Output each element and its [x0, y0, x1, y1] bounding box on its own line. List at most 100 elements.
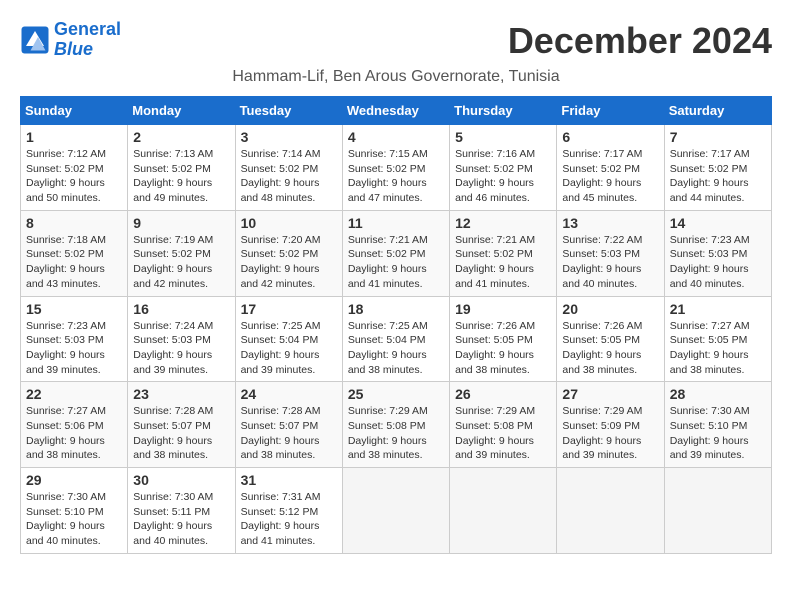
day-cell: 4 Sunrise: 7:15 AMSunset: 5:02 PMDayligh… — [342, 125, 449, 211]
day-info: Sunrise: 7:15 AMSunset: 5:02 PMDaylight:… — [348, 148, 428, 204]
day-info: Sunrise: 7:14 AMSunset: 5:02 PMDaylight:… — [241, 148, 321, 204]
day-number: 28 — [670, 386, 766, 402]
day-info: Sunrise: 7:20 AMSunset: 5:02 PMDaylight:… — [241, 234, 321, 290]
day-info: Sunrise: 7:22 AMSunset: 5:03 PMDaylight:… — [562, 234, 642, 290]
header-cell-friday: Friday — [557, 97, 664, 125]
day-info: Sunrise: 7:25 AMSunset: 5:04 PMDaylight:… — [241, 320, 321, 376]
day-number: 31 — [241, 472, 337, 488]
day-info: Sunrise: 7:31 AMSunset: 5:12 PMDaylight:… — [241, 491, 321, 547]
day-info: Sunrise: 7:21 AMSunset: 5:02 PMDaylight:… — [348, 234, 428, 290]
day-info: Sunrise: 7:23 AMSunset: 5:03 PMDaylight:… — [670, 234, 750, 290]
empty-cell — [664, 468, 771, 554]
month-title: December 2024 — [508, 20, 772, 62]
day-info: Sunrise: 7:30 AMSunset: 5:10 PMDaylight:… — [26, 491, 106, 547]
header-cell-wednesday: Wednesday — [342, 97, 449, 125]
day-number: 3 — [241, 129, 337, 145]
day-info: Sunrise: 7:30 AMSunset: 5:10 PMDaylight:… — [670, 405, 750, 461]
day-cell: 8 Sunrise: 7:18 AMSunset: 5:02 PMDayligh… — [21, 210, 128, 296]
calendar-row: 15 Sunrise: 7:23 AMSunset: 5:03 PMDaylig… — [21, 296, 772, 382]
day-info: Sunrise: 7:24 AMSunset: 5:03 PMDaylight:… — [133, 320, 213, 376]
day-number: 9 — [133, 215, 229, 231]
day-info: Sunrise: 7:21 AMSunset: 5:02 PMDaylight:… — [455, 234, 535, 290]
day-cell: 1 Sunrise: 7:12 AMSunset: 5:02 PMDayligh… — [21, 125, 128, 211]
empty-cell — [557, 468, 664, 554]
day-number: 8 — [26, 215, 122, 231]
day-number: 21 — [670, 301, 766, 317]
day-number: 16 — [133, 301, 229, 317]
day-info: Sunrise: 7:27 AMSunset: 5:06 PMDaylight:… — [26, 405, 106, 461]
day-number: 12 — [455, 215, 551, 231]
day-cell: 14 Sunrise: 7:23 AMSunset: 5:03 PMDaylig… — [664, 210, 771, 296]
day-info: Sunrise: 7:18 AMSunset: 5:02 PMDaylight:… — [26, 234, 106, 290]
day-info: Sunrise: 7:17 AMSunset: 5:02 PMDaylight:… — [562, 148, 642, 204]
day-cell: 26 Sunrise: 7:29 AMSunset: 5:08 PMDaylig… — [450, 382, 557, 468]
day-info: Sunrise: 7:19 AMSunset: 5:02 PMDaylight:… — [133, 234, 213, 290]
day-info: Sunrise: 7:23 AMSunset: 5:03 PMDaylight:… — [26, 320, 106, 376]
day-info: Sunrise: 7:29 AMSunset: 5:08 PMDaylight:… — [348, 405, 428, 461]
location-title: Hammam-Lif, Ben Arous Governorate, Tunis… — [20, 68, 772, 86]
day-cell: 27 Sunrise: 7:29 AMSunset: 5:09 PMDaylig… — [557, 382, 664, 468]
day-cell: 25 Sunrise: 7:29 AMSunset: 5:08 PMDaylig… — [342, 382, 449, 468]
day-number: 14 — [670, 215, 766, 231]
empty-cell — [450, 468, 557, 554]
page-header: General Blue December 2024 — [20, 20, 772, 66]
day-number: 10 — [241, 215, 337, 231]
empty-cell — [342, 468, 449, 554]
day-cell: 16 Sunrise: 7:24 AMSunset: 5:03 PMDaylig… — [128, 296, 235, 382]
day-number: 11 — [348, 215, 444, 231]
day-number: 13 — [562, 215, 658, 231]
day-cell: 21 Sunrise: 7:27 AMSunset: 5:05 PMDaylig… — [664, 296, 771, 382]
day-number: 17 — [241, 301, 337, 317]
day-cell: 22 Sunrise: 7:27 AMSunset: 5:06 PMDaylig… — [21, 382, 128, 468]
day-info: Sunrise: 7:28 AMSunset: 5:07 PMDaylight:… — [133, 405, 213, 461]
day-cell: 15 Sunrise: 7:23 AMSunset: 5:03 PMDaylig… — [21, 296, 128, 382]
logo: General Blue — [20, 20, 121, 60]
day-cell: 29 Sunrise: 7:30 AMSunset: 5:10 PMDaylig… — [21, 468, 128, 554]
header-cell-tuesday: Tuesday — [235, 97, 342, 125]
header-cell-thursday: Thursday — [450, 97, 557, 125]
header-cell-monday: Monday — [128, 97, 235, 125]
day-info: Sunrise: 7:26 AMSunset: 5:05 PMDaylight:… — [455, 320, 535, 376]
logo-line2: Blue — [54, 39, 93, 59]
day-number: 24 — [241, 386, 337, 402]
day-number: 20 — [562, 301, 658, 317]
day-number: 27 — [562, 386, 658, 402]
day-number: 30 — [133, 472, 229, 488]
day-number: 19 — [455, 301, 551, 317]
day-number: 6 — [562, 129, 658, 145]
calendar-row: 22 Sunrise: 7:27 AMSunset: 5:06 PMDaylig… — [21, 382, 772, 468]
day-cell: 6 Sunrise: 7:17 AMSunset: 5:02 PMDayligh… — [557, 125, 664, 211]
day-info: Sunrise: 7:28 AMSunset: 5:07 PMDaylight:… — [241, 405, 321, 461]
day-cell: 20 Sunrise: 7:26 AMSunset: 5:05 PMDaylig… — [557, 296, 664, 382]
day-cell: 2 Sunrise: 7:13 AMSunset: 5:02 PMDayligh… — [128, 125, 235, 211]
day-number: 29 — [26, 472, 122, 488]
day-cell: 11 Sunrise: 7:21 AMSunset: 5:02 PMDaylig… — [342, 210, 449, 296]
day-cell: 23 Sunrise: 7:28 AMSunset: 5:07 PMDaylig… — [128, 382, 235, 468]
day-info: Sunrise: 7:26 AMSunset: 5:05 PMDaylight:… — [562, 320, 642, 376]
day-info: Sunrise: 7:30 AMSunset: 5:11 PMDaylight:… — [133, 491, 213, 547]
day-number: 25 — [348, 386, 444, 402]
day-cell: 19 Sunrise: 7:26 AMSunset: 5:05 PMDaylig… — [450, 296, 557, 382]
calendar-row: 29 Sunrise: 7:30 AMSunset: 5:10 PMDaylig… — [21, 468, 772, 554]
day-cell: 5 Sunrise: 7:16 AMSunset: 5:02 PMDayligh… — [450, 125, 557, 211]
day-cell: 7 Sunrise: 7:17 AMSunset: 5:02 PMDayligh… — [664, 125, 771, 211]
day-number: 22 — [26, 386, 122, 402]
day-info: Sunrise: 7:13 AMSunset: 5:02 PMDaylight:… — [133, 148, 213, 204]
logo-line1: General — [54, 19, 121, 39]
day-cell: 13 Sunrise: 7:22 AMSunset: 5:03 PMDaylig… — [557, 210, 664, 296]
header-cell-sunday: Sunday — [21, 97, 128, 125]
day-cell: 12 Sunrise: 7:21 AMSunset: 5:02 PMDaylig… — [450, 210, 557, 296]
day-info: Sunrise: 7:17 AMSunset: 5:02 PMDaylight:… — [670, 148, 750, 204]
day-info: Sunrise: 7:27 AMSunset: 5:05 PMDaylight:… — [670, 320, 750, 376]
day-cell: 9 Sunrise: 7:19 AMSunset: 5:02 PMDayligh… — [128, 210, 235, 296]
day-info: Sunrise: 7:29 AMSunset: 5:08 PMDaylight:… — [455, 405, 535, 461]
day-cell: 17 Sunrise: 7:25 AMSunset: 5:04 PMDaylig… — [235, 296, 342, 382]
calendar-table: SundayMondayTuesdayWednesdayThursdayFrid… — [20, 96, 772, 554]
day-cell: 10 Sunrise: 7:20 AMSunset: 5:02 PMDaylig… — [235, 210, 342, 296]
day-number: 18 — [348, 301, 444, 317]
day-number: 15 — [26, 301, 122, 317]
calendar-row: 8 Sunrise: 7:18 AMSunset: 5:02 PMDayligh… — [21, 210, 772, 296]
day-number: 7 — [670, 129, 766, 145]
header-row: SundayMondayTuesdayWednesdayThursdayFrid… — [21, 97, 772, 125]
day-cell: 24 Sunrise: 7:28 AMSunset: 5:07 PMDaylig… — [235, 382, 342, 468]
